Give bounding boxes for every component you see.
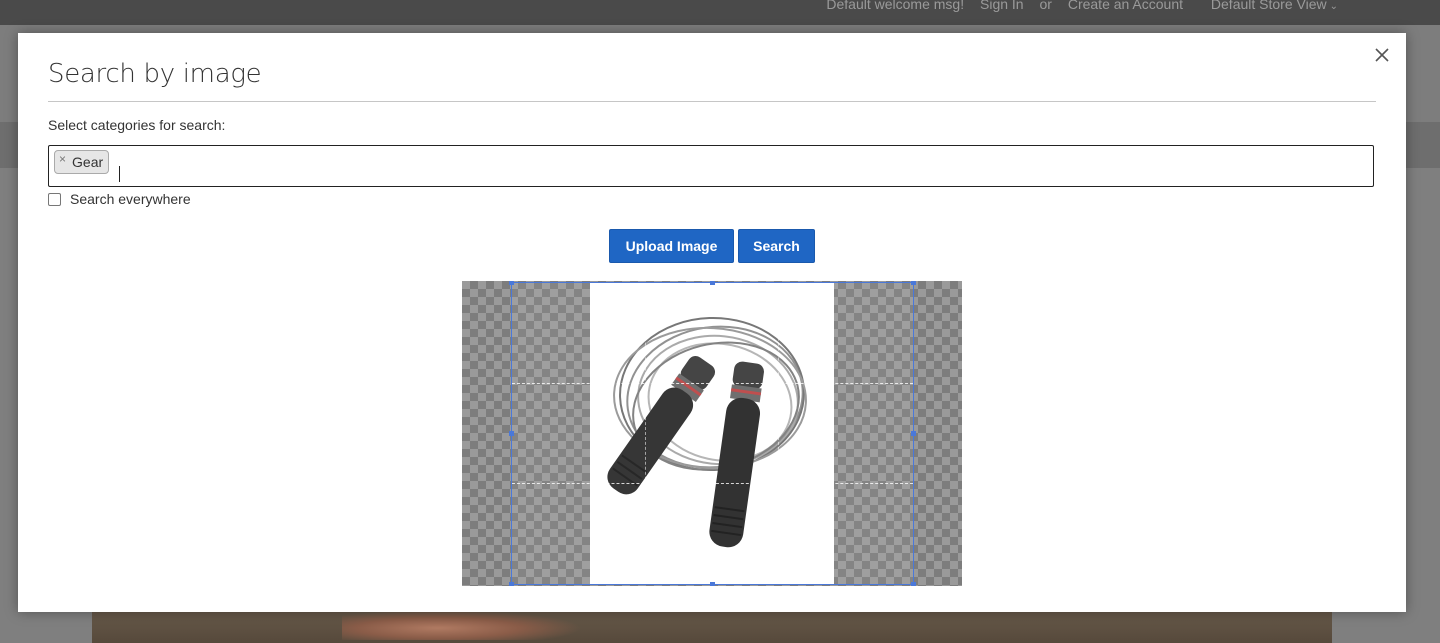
crop-guide-line xyxy=(645,283,646,584)
search-by-image-modal: Search by image Select categories for se… xyxy=(18,33,1406,612)
crop-handle-s[interactable] xyxy=(710,582,715,586)
hero-photo-detail xyxy=(342,610,582,640)
crop-guide-line xyxy=(512,483,913,484)
chevron-down-icon: ⌄ xyxy=(1329,1,1338,12)
create-account-link[interactable]: Create an Account xyxy=(1068,0,1183,12)
background-header-links: Default welcome msg! Sign In or Create a… xyxy=(814,0,1338,12)
or-text: or xyxy=(1039,0,1052,12)
modal-title: Search by image xyxy=(48,59,262,89)
title-divider xyxy=(48,101,1376,102)
crop-handle-nw[interactable] xyxy=(509,281,514,285)
text-cursor xyxy=(119,166,120,182)
search-everywhere-label: Search everywhere xyxy=(70,191,191,207)
crop-guide-line xyxy=(512,383,913,384)
search-button[interactable]: Search xyxy=(738,229,815,263)
welcome-message: Default welcome msg! xyxy=(826,0,965,12)
search-everywhere-option[interactable]: Search everywhere xyxy=(48,191,191,207)
category-select-input[interactable]: × Gear xyxy=(48,145,1374,187)
sign-in-link[interactable]: Sign In xyxy=(980,0,1024,12)
crop-handle-ne[interactable] xyxy=(911,281,916,285)
store-view-switcher[interactable]: Default Store View ⌄ xyxy=(1199,0,1338,12)
crop-handle-e[interactable] xyxy=(911,431,916,436)
store-view-label: Default Store View xyxy=(1210,0,1327,12)
crop-handle-sw[interactable] xyxy=(509,582,514,586)
crop-handle-se[interactable] xyxy=(911,582,916,586)
categories-label: Select categories for search: xyxy=(48,117,226,133)
close-icon[interactable] xyxy=(1372,45,1392,65)
image-cropper[interactable] xyxy=(462,281,962,586)
crop-handle-n[interactable] xyxy=(710,281,715,285)
crop-guide-line xyxy=(778,283,779,584)
upload-image-button[interactable]: Upload Image xyxy=(609,229,734,263)
crop-selection-box[interactable] xyxy=(509,281,916,586)
remove-tag-icon[interactable]: × xyxy=(59,153,66,165)
background-header-bar: Default welcome msg! Sign In or Create a… xyxy=(0,0,1440,25)
category-tag-gear: × Gear xyxy=(54,150,110,174)
search-everywhere-checkbox[interactable] xyxy=(48,192,61,206)
category-tag-label: Gear xyxy=(72,154,104,170)
crop-handle-w[interactable] xyxy=(509,431,514,436)
